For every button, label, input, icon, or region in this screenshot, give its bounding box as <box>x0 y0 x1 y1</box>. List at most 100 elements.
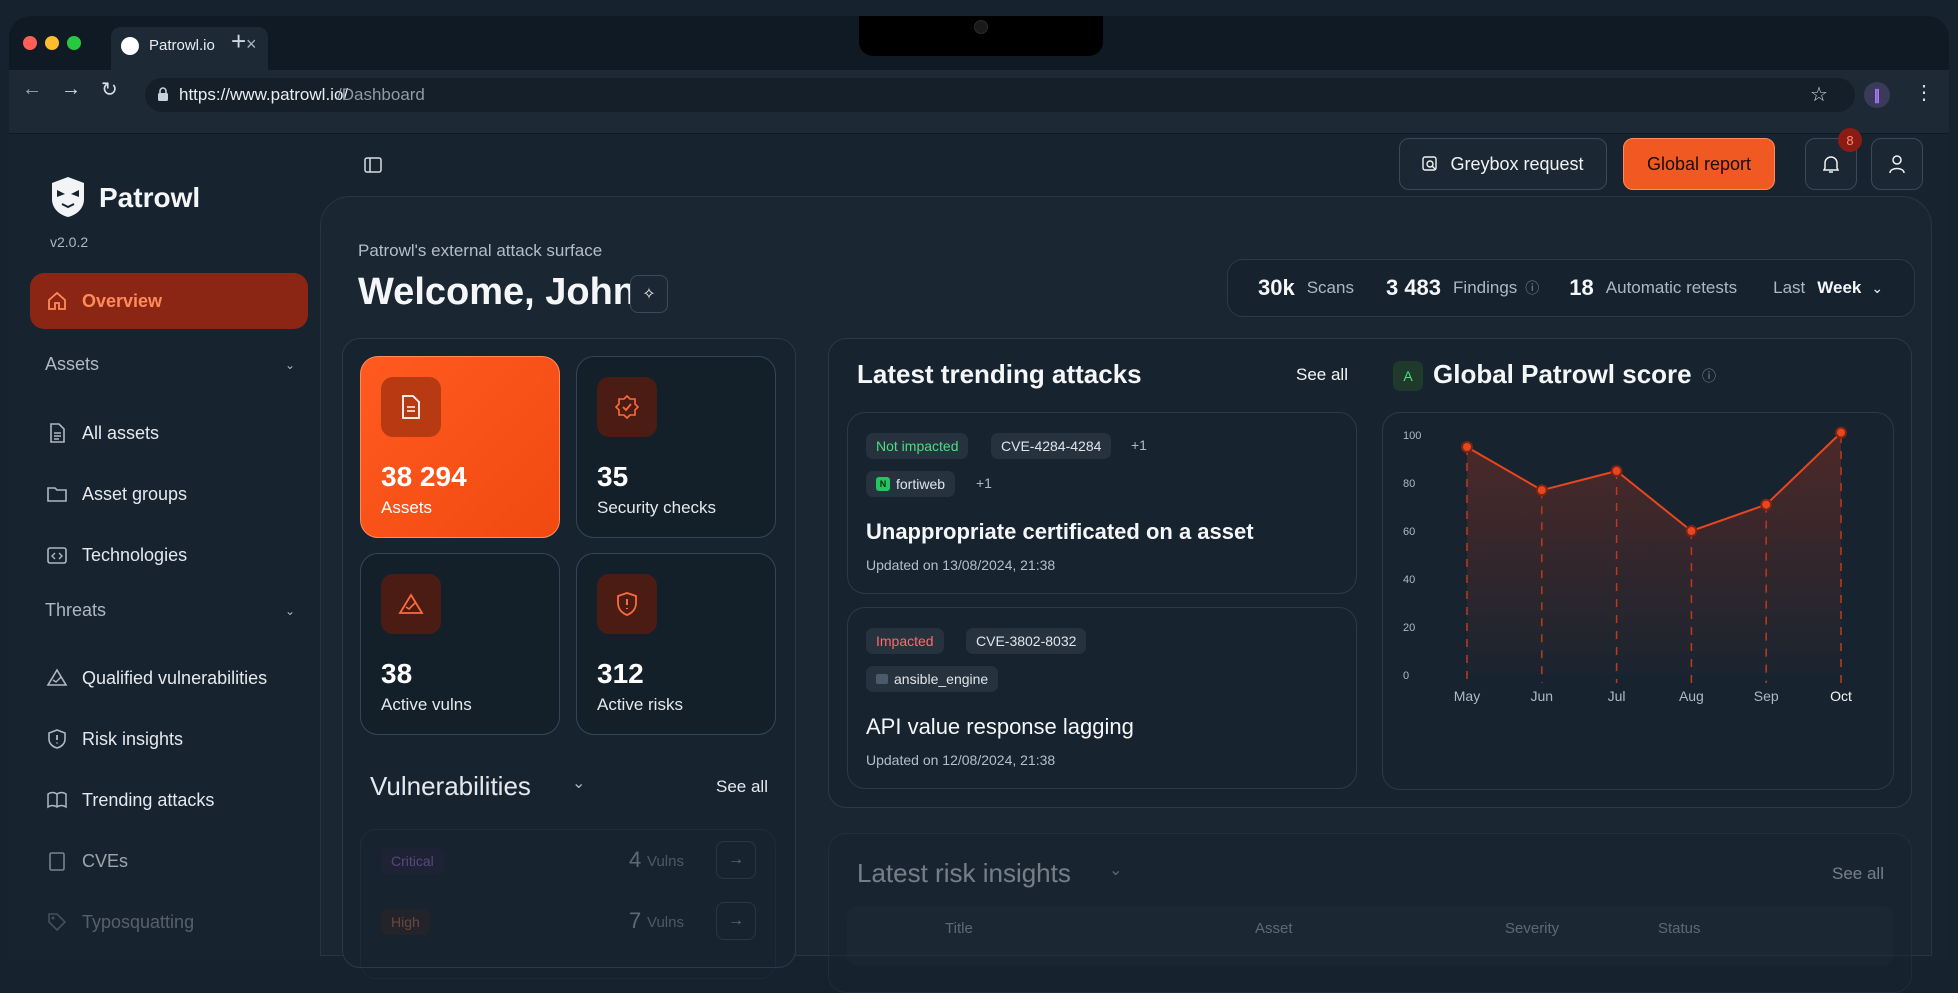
back-icon[interactable]: ← <box>22 78 42 101</box>
arrow-right-button[interactable]: → <box>716 841 756 879</box>
risk-insights-see-all-link[interactable]: See all <box>1832 864 1884 884</box>
sidebar-item-typosquatting[interactable]: Typosquatting <box>30 894 308 950</box>
y-tick-label: 60 <box>1403 526 1415 538</box>
vuln-unit: Vulns <box>647 853 684 870</box>
stat-label: Assets <box>381 498 433 517</box>
column-header: Status <box>1658 920 1701 937</box>
sidebar-section-threats[interactable]: Threats ⌄ <box>45 600 295 621</box>
stat-card-active-risks[interactable]: 312 Active risks <box>576 553 776 735</box>
stat-card-active-vulns[interactable]: 38 Active vulns <box>360 553 560 735</box>
column-header: Severity <box>1505 920 1560 937</box>
shield-alert-icon <box>617 592 637 616</box>
data-point[interactable] <box>1535 484 1548 497</box>
sidebar-item-qualified-vulnerabilities[interactable]: Qualified vulnerabilities <box>30 650 308 706</box>
attack-card[interactable]: Not impacted CVE-4284-4284 +1 N fortiweb… <box>847 412 1357 594</box>
sidebar-item-technologies[interactable]: Technologies <box>30 527 308 583</box>
shield-alert-icon <box>48 729 66 749</box>
badge-check-icon <box>614 394 640 420</box>
sidebar-item-trending-attacks[interactable]: Trending attacks <box>30 772 308 828</box>
url-field[interactable]: https://www.patrowl.io/ /Dashboard ☆ <box>145 78 1855 112</box>
stat-card-assets[interactable]: 38 294 Assets <box>360 356 560 538</box>
url-host: https://www.patrowl.io/ <box>179 85 349 104</box>
stat-label: Active risks <box>597 695 683 714</box>
data-point[interactable] <box>1461 441 1473 453</box>
stat-value: 38 294 <box>381 461 467 492</box>
extension-icon[interactable]: ∥ <box>1864 82 1890 108</box>
maximize-window-button[interactable] <box>67 36 81 50</box>
url-path: /Dashboard <box>337 85 425 104</box>
book-icon <box>47 791 67 809</box>
info-icon[interactable]: ⓘ <box>1525 278 1539 298</box>
global-report-button[interactable]: Global report <box>1623 138 1775 190</box>
sidebar-toggle-icon[interactable] <box>364 157 382 173</box>
magic-wand-button[interactable]: ✧ <box>630 275 668 313</box>
profile-button[interactable] <box>1871 138 1923 190</box>
data-point[interactable] <box>1610 465 1623 477</box>
sidebar-item-asset-groups[interactable]: Asset groups <box>30 466 308 522</box>
column-header: Title <box>945 920 973 937</box>
y-tick-label: 80 <box>1403 478 1415 490</box>
attack-card[interactable]: Impacted CVE-3802-8032 ansible_engine AP… <box>847 607 1357 789</box>
close-tab-icon[interactable]: × <box>246 34 257 55</box>
patrowl-logo-icon <box>52 177 84 217</box>
risk-insights-title: Latest risk insights <box>857 858 1071 888</box>
retests-label: Automatic retests <box>1605 278 1738 297</box>
severity-badge: Critical <box>381 848 444 874</box>
x-tick-label: Aug <box>1679 688 1704 704</box>
stat-value: 312 <box>597 658 644 689</box>
document-icon <box>50 423 65 443</box>
greybox-request-button[interactable]: Greybox request <box>1399 138 1607 190</box>
chevron-down-icon: ⌄ <box>284 357 295 372</box>
magic-wand-icon: ✧ <box>642 286 656 303</box>
scans-value: 30k <box>1258 275 1295 300</box>
sidebar-item-all-assets[interactable]: All assets <box>30 405 308 461</box>
retests-value: 18 <box>1569 275 1594 300</box>
close-window-button[interactable] <box>23 36 37 50</box>
data-point[interactable] <box>1685 525 1698 537</box>
technology-badge: ansible_engine <box>866 666 999 692</box>
version-label: v2.0.2 <box>50 234 89 250</box>
browser-menu-icon[interactable]: ⋮ <box>1914 80 1934 105</box>
technology-badge: N fortiweb <box>866 471 956 497</box>
sidebar-item-risk-insights[interactable]: Risk insights <box>30 711 308 767</box>
data-point[interactable] <box>1760 498 1773 511</box>
forward-icon[interactable]: → <box>61 78 81 101</box>
chevron-down-icon[interactable]: ⌄ <box>572 773 585 793</box>
button-label: Greybox request <box>1450 153 1584 174</box>
stat-label: Security checks <box>597 498 717 517</box>
sidebar-item-cves[interactable]: CVEs <box>30 833 308 889</box>
folder-icon <box>47 487 67 502</box>
sidebar-item-overview[interactable]: Overview <box>30 273 308 329</box>
data-point[interactable] <box>1835 426 1847 439</box>
period-select[interactable]: Week <box>1817 278 1861 298</box>
trending-see-all-link[interactable]: See all <box>1296 365 1348 385</box>
cve-badge: CVE-4284-4284 <box>991 433 1112 459</box>
vuln-unit: Vulns <box>647 914 684 931</box>
reload-icon[interactable]: ↻ <box>101 77 118 102</box>
period-label: Last <box>1773 278 1806 297</box>
logo-text: Patrowl <box>99 182 201 213</box>
arrow-right-button[interactable]: → <box>716 902 756 940</box>
vulnerabilities-see-all-link[interactable]: See all <box>716 777 768 797</box>
chevron-down-icon[interactable]: ⌄ <box>1109 860 1122 880</box>
stat-card-security-checks[interactable]: 35 Security checks <box>576 356 776 538</box>
list-item[interactable]: Critical 4 Vulns → <box>361 830 775 890</box>
sidebar-item-label: All assets <box>82 422 160 443</box>
info-icon[interactable]: ⓘ <box>1702 366 1716 386</box>
chevron-down-icon: ⌄ <box>284 603 295 618</box>
chevron-down-icon[interactable]: ⌄ <box>1871 280 1883 297</box>
minimize-window-button[interactable] <box>45 36 59 50</box>
sidebar-section-assets[interactable]: Assets ⌄ <box>45 354 295 375</box>
score-grade-badge: A <box>1393 361 1423 391</box>
warning-icon <box>398 593 424 614</box>
list-item[interactable]: High 7 Vulns → <box>361 891 775 951</box>
sidebar-item-label: Asset groups <box>82 483 188 504</box>
x-tick-label: Jul <box>1608 688 1626 704</box>
impact-status-badge: Impacted <box>866 628 944 654</box>
new-tab-icon[interactable]: + <box>231 26 246 57</box>
section-label: Threats <box>45 600 107 620</box>
page-title: Welcome, John <box>358 271 637 313</box>
icon-box <box>597 377 657 437</box>
bookmark-star-icon[interactable]: ☆ <box>1810 82 1828 107</box>
tag-icon <box>48 913 67 932</box>
